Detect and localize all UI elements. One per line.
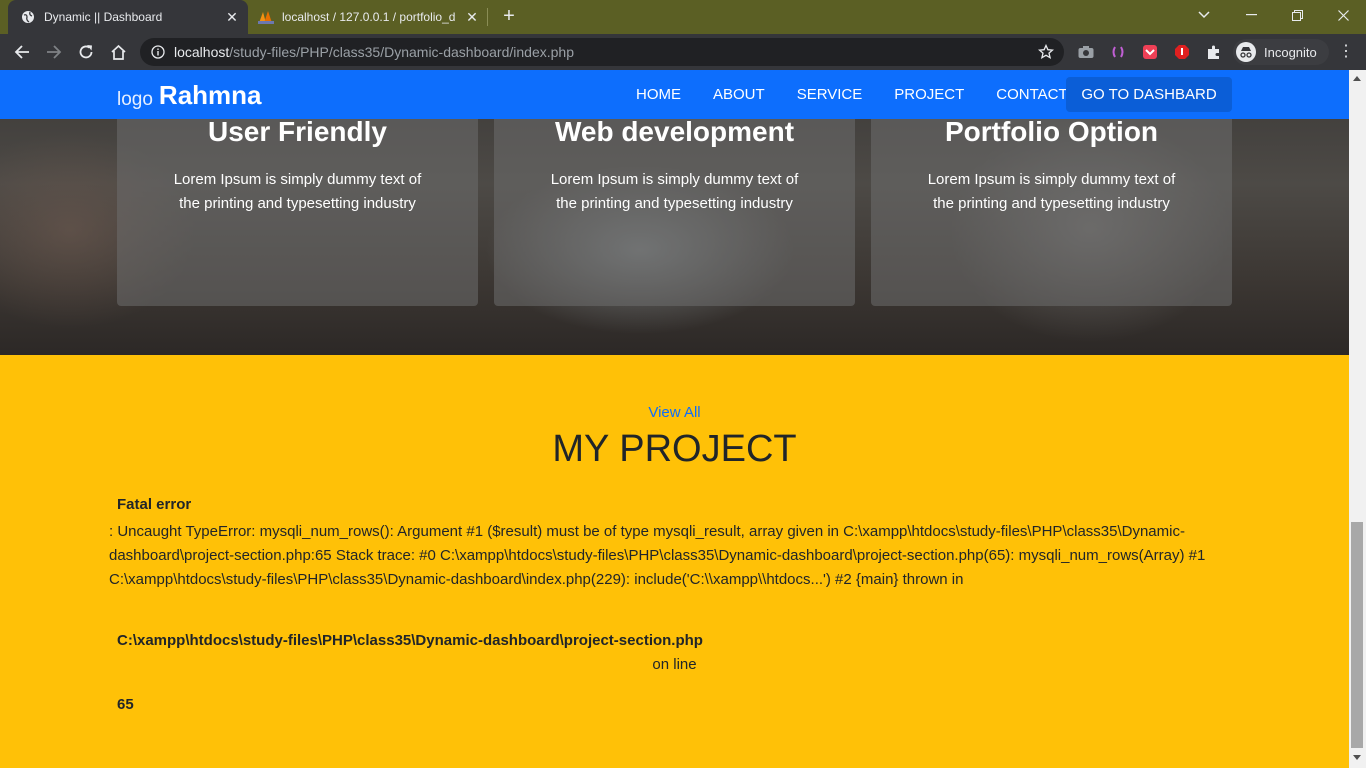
error-file: C:\xampp\htdocs\study-files\PHP\class35\… (117, 632, 703, 649)
incognito-icon (1236, 42, 1256, 62)
page-viewport: User Friendly Lorem Ipsum is simply dumm… (0, 70, 1366, 768)
site-brand[interactable]: logo Rahmna (117, 80, 262, 111)
service-text: Lorem Ipsum is simply dummy text of the … (173, 171, 422, 212)
reload-icon[interactable] (74, 40, 98, 64)
home-icon[interactable] (106, 40, 130, 64)
camera-extension-icon[interactable] (1077, 43, 1095, 61)
bookmark-star-icon[interactable] (1037, 43, 1055, 63)
phpmyadmin-icon (258, 9, 274, 25)
go-to-dashboard-button[interactable]: GO TO DASHBARD (1066, 77, 1232, 112)
close-tab-icon[interactable]: ✕ (464, 9, 480, 25)
incognito-profile-button[interactable]: Incognito (1233, 39, 1329, 65)
project-title: MY PROJECT (552, 428, 797, 470)
close-window-icon[interactable] (1320, 0, 1366, 30)
scroll-down-arrow-icon[interactable] (1353, 755, 1361, 760)
url-path: /study-files/PHP/class35/Dynamic-dashboa… (229, 44, 574, 60)
scrollbar-thumb[interactable] (1351, 522, 1363, 748)
browser-tab-strip: Dynamic || Dashboard ✕ localhost / 127.0… (0, 0, 1366, 34)
error-on-line: on line (652, 656, 697, 673)
code-extension-icon[interactable] (1109, 43, 1127, 61)
nav-home[interactable]: HOME (620, 86, 697, 103)
tab-dashboard[interactable]: Dynamic || Dashboard ✕ (8, 0, 248, 34)
tab-search-icon[interactable] (1181, 0, 1227, 30)
nav-links: HOME ABOUT SERVICE PROJECT CONTACT (620, 70, 1084, 119)
error-line-number: 65 (117, 696, 134, 713)
puzzle-extensions-icon[interactable] (1205, 43, 1223, 61)
service-title: Web development (554, 116, 795, 147)
minimize-icon[interactable] (1228, 0, 1274, 30)
page-scrollbar[interactable] (1349, 70, 1366, 768)
close-tab-icon[interactable]: ✕ (224, 9, 240, 25)
service-text: Lorem Ipsum is simply dummy text of the … (550, 171, 799, 212)
brand-name: Rahmna (158, 80, 262, 110)
site-navbar: logo Rahmna HOME ABOUT SERVICE PROJECT C… (0, 70, 1349, 119)
globe-icon (20, 9, 36, 25)
service-title: Portfolio Option (944, 116, 1159, 147)
service-text: Lorem Ipsum is simply dummy text of the … (927, 171, 1176, 212)
url-host: localhost (174, 44, 230, 60)
tab-phpmyadmin[interactable]: localhost / 127.0.0.1 / portfolio_d ✕ (250, 0, 488, 34)
error-message: : Uncaught TypeError: mysqli_num_rows():… (109, 523, 1206, 588)
browser-toolbar: localhost/study-files/PHP/class35/Dynami… (0, 34, 1366, 70)
restore-icon[interactable] (1274, 0, 1320, 30)
back-icon[interactable] (10, 40, 34, 64)
project-section: View All MY PROJECT Fatal error : Uncaug… (0, 355, 1349, 768)
site-info-icon[interactable] (151, 45, 165, 59)
nav-project[interactable]: PROJECT (878, 86, 980, 103)
tab-title: Dynamic || Dashboard (44, 10, 163, 24)
forward-icon[interactable] (42, 40, 66, 64)
tab-title: localhost / 127.0.0.1 / portfolio_d (282, 10, 456, 24)
pocket-extension-icon[interactable] (1141, 43, 1159, 61)
tab-separator (487, 8, 488, 26)
adblock-extension-icon[interactable] (1173, 43, 1191, 61)
nav-service[interactable]: SERVICE (781, 86, 879, 103)
service-title: User Friendly (208, 116, 387, 147)
broken-logo-image: logo (117, 88, 153, 110)
profile-label: Incognito (1264, 44, 1317, 60)
scroll-up-arrow-icon[interactable] (1353, 76, 1361, 81)
view-all-link[interactable]: View All (0, 404, 1349, 421)
error-heading: Fatal error (117, 496, 192, 513)
nav-about[interactable]: ABOUT (697, 86, 781, 103)
browser-menu-icon[interactable]: ⋮ (1336, 42, 1356, 62)
address-bar[interactable]: localhost/study-files/PHP/class35/Dynami… (140, 38, 1064, 66)
new-tab-icon[interactable]: + (498, 5, 520, 27)
